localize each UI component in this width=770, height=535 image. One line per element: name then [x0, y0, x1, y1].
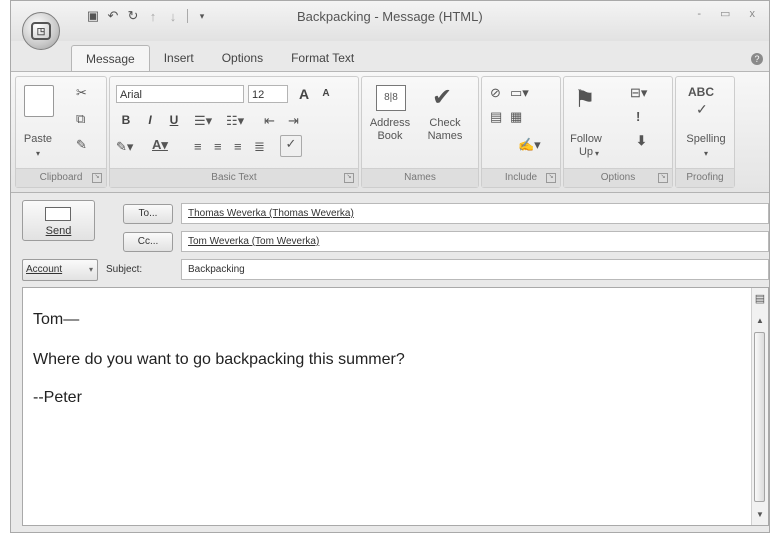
- down-arrow-icon[interactable]: ↓: [165, 8, 181, 24]
- message-window: ▣ ↶ ↻ ↑ ↓ ▾ Backpacking - Message (HTML)…: [10, 0, 770, 533]
- numbering-icon[interactable]: ☷▾: [226, 113, 244, 129]
- ribbon-tabs: Message Insert Options Format Text: [71, 45, 368, 72]
- low-importance-icon[interactable]: ⬇: [636, 133, 647, 149]
- clipboard-group: Paste ▾ ✂ ⧉ ✎ Clipboard ↘: [15, 76, 107, 188]
- tab-message[interactable]: Message: [71, 45, 150, 72]
- bullets-icon[interactable]: ☰▾: [194, 113, 212, 129]
- paste-icon[interactable]: [24, 85, 54, 117]
- window-controls[interactable]: - ▭ x: [697, 7, 763, 20]
- redo-icon[interactable]: ↻: [125, 8, 141, 24]
- to-button[interactable]: To...: [123, 204, 173, 224]
- bold-button[interactable]: B: [116, 111, 136, 129]
- undo-icon[interactable]: ↶: [105, 8, 121, 24]
- follow-up-flag-icon[interactable]: ⚑: [574, 85, 596, 114]
- options-launcher-icon[interactable]: ↘: [658, 173, 668, 183]
- increase-indent-icon[interactable]: ⇥: [288, 113, 299, 129]
- highlight-icon[interactable]: ✎▾: [116, 139, 133, 155]
- office-button[interactable]: ◳: [22, 12, 60, 50]
- calendar-icon[interactable]: ▦: [510, 109, 522, 125]
- clipboard-launcher-icon[interactable]: ↘: [92, 173, 102, 183]
- tab-insert[interactable]: Insert: [150, 45, 208, 71]
- scrollbar-thumb[interactable]: [754, 332, 765, 502]
- basic-text-group: Arial 12 A A B I U ☰▾ ☷▾ ⇤ ⇥ ✎▾ A▾ ≡ ≡ ≡…: [109, 76, 359, 188]
- window-title: Backpacking - Message (HTML): [297, 9, 483, 24]
- names-group: 8|8 Address Book ✔ Check Names Names: [361, 76, 479, 188]
- attach-item-icon[interactable]: ▭▾: [510, 85, 529, 101]
- permission-icon[interactable]: ⊟▾: [630, 85, 647, 101]
- send-button-label: Send: [45, 225, 72, 237]
- font-color-icon[interactable]: A▾: [152, 137, 168, 153]
- spelling-dropdown-icon[interactable]: ▾: [678, 147, 734, 160]
- align-right-icon[interactable]: ≡: [234, 139, 242, 154]
- to-field[interactable]: Thomas Weverka (Thomas Weverka): [181, 203, 769, 224]
- spelling-check-mark-icon: ✓: [696, 101, 708, 117]
- customize-qat-icon[interactable]: ▾: [194, 8, 210, 24]
- toolbar-separator: [187, 9, 188, 23]
- quick-access-toolbar: ▣ ↶ ↻ ↑ ↓ ▾: [85, 5, 210, 27]
- office-logo-icon: ◳: [31, 22, 51, 40]
- address-book-button[interactable]: Address Book: [366, 117, 414, 143]
- follow-up-dropdown-icon[interactable]: ▾: [592, 147, 602, 160]
- ruler-toggle-icon[interactable]: ▤: [752, 292, 768, 305]
- vertical-scrollbar[interactable]: ▤ ▲ ▼: [751, 288, 768, 525]
- paste-dropdown-icon[interactable]: ▾: [20, 147, 56, 160]
- check-names-button[interactable]: Check Names: [420, 117, 470, 143]
- account-label: Account: [26, 264, 63, 275]
- up-arrow-icon[interactable]: ↑: [145, 8, 161, 24]
- ribbon: Paste ▾ ✂ ⧉ ✎ Clipboard ↘ Arial 12 A A B…: [11, 71, 769, 193]
- cc-field[interactable]: Tom Weverka (Tom Weverka): [181, 231, 769, 252]
- check-names-icon[interactable]: ✔: [432, 83, 452, 112]
- help-icon[interactable]: ?: [751, 53, 763, 65]
- tab-options[interactable]: Options: [208, 45, 277, 71]
- paste-button[interactable]: Paste: [20, 133, 56, 146]
- shrink-font-button[interactable]: A: [316, 85, 336, 103]
- justify-icon[interactable]: ≣: [254, 139, 265, 155]
- scroll-down-icon[interactable]: ▼: [752, 510, 768, 519]
- clear-formatting-icon[interactable]: ✓: [280, 135, 302, 157]
- options-group-label: Options: [564, 168, 672, 187]
- account-button[interactable]: Account ▾: [22, 259, 98, 281]
- body-line-question: Where do you want to go backpacking this…: [33, 351, 405, 368]
- subject-label: Subject:: [106, 264, 143, 275]
- tab-format-text[interactable]: Format Text: [277, 45, 368, 71]
- scroll-up-icon[interactable]: ▲: [752, 316, 768, 325]
- spelling-button[interactable]: Spelling: [678, 133, 734, 146]
- spelling-icon[interactable]: ABC: [688, 85, 714, 99]
- include-group: ⊘ ▭▾ ▤ ▦ ✍▾ Include ↘: [481, 76, 561, 188]
- basic-text-group-label: Basic Text: [110, 168, 358, 187]
- send-envelope-icon: [45, 207, 71, 221]
- account-dropdown-icon: ▾: [88, 265, 93, 274]
- names-group-label: Names: [362, 168, 478, 187]
- include-launcher-icon[interactable]: ↘: [546, 173, 556, 183]
- save-icon[interactable]: ▣: [85, 8, 101, 24]
- copy-icon[interactable]: ⧉: [76, 111, 85, 127]
- decrease-indent-icon[interactable]: ⇤: [264, 113, 275, 129]
- high-importance-icon[interactable]: !: [636, 109, 640, 124]
- options-group: ⚑ Follow Up ▾ ⊟▾ ! ⬇ Options ↘: [563, 76, 673, 188]
- underline-button[interactable]: U: [164, 111, 184, 129]
- font-name-combo[interactable]: Arial: [116, 85, 244, 103]
- italic-button[interactable]: I: [140, 111, 160, 129]
- format-painter-icon[interactable]: ✎: [76, 137, 87, 153]
- body-line-signature: --Peter: [33, 389, 82, 406]
- basic-text-launcher-icon[interactable]: ↘: [344, 173, 354, 183]
- body-line-greeting: Tom—: [33, 311, 80, 328]
- signature-icon[interactable]: ✍▾: [518, 137, 541, 153]
- proofing-group: ABC ✓ Spelling ▾ Proofing: [675, 76, 735, 188]
- message-body[interactable]: Tom— Where do you want to go backpacking…: [22, 287, 769, 526]
- grow-font-button[interactable]: A: [294, 85, 314, 103]
- cc-button[interactable]: Cc...: [123, 232, 173, 252]
- attach-file-icon[interactable]: ⊘: [490, 85, 501, 101]
- proofing-group-label: Proofing: [676, 168, 734, 187]
- font-size-combo[interactable]: 12: [248, 85, 288, 103]
- title-bar: ▣ ↶ ↻ ↑ ↓ ▾ Backpacking - Message (HTML)…: [11, 1, 769, 41]
- cut-icon[interactable]: ✂: [76, 85, 87, 101]
- send-button[interactable]: Send: [22, 200, 95, 241]
- subject-field[interactable]: Backpacking: [181, 259, 769, 280]
- business-card-icon[interactable]: ▤: [490, 109, 502, 125]
- address-book-icon[interactable]: 8|8: [376, 85, 406, 111]
- align-center-icon[interactable]: ≡: [214, 139, 222, 154]
- align-left-icon[interactable]: ≡: [194, 139, 202, 154]
